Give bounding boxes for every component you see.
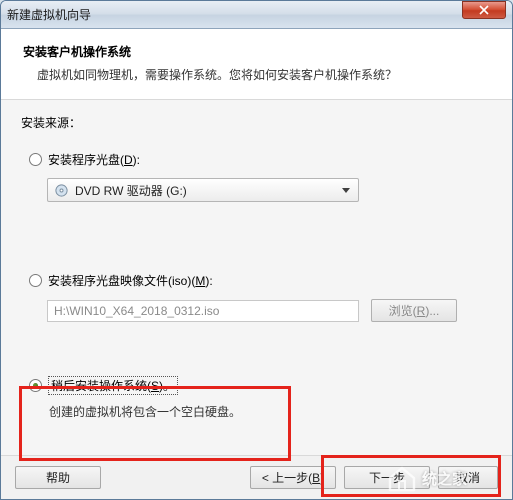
radio-iso[interactable] [29, 274, 42, 287]
close-button[interactable] [462, 1, 506, 19]
page-title: 安装客户机操作系统 [23, 43, 490, 60]
radio-later-label: 稍后安装操作系统(S)。 [48, 376, 178, 395]
radio-row-iso[interactable]: 安装程序光盘映像文件(iso)(M): [21, 270, 492, 291]
back-button[interactable]: < 上一步(B) [250, 466, 336, 489]
source-label: 安装来源： [21, 114, 492, 131]
radio-row-later[interactable]: 稍后安装操作系统(S)。 [29, 374, 484, 397]
header-pane: 安装客户机操作系统 虚拟机如同物理机，需要操作系统。您将如何安装客户机操作系统？ [1, 29, 512, 100]
disc-drive-value: DVD RW 驱动器 (G:) [75, 182, 332, 199]
iso-path-input[interactable] [47, 300, 359, 322]
option-later: 稍后安装操作系统(S)。 创建的虚拟机将包含一个空白硬盘。 [21, 362, 492, 428]
radio-row-disc[interactable]: 安装程序光盘(D): [21, 149, 492, 170]
radio-disc-label: 安装程序光盘(D): [48, 151, 140, 168]
option-iso: 安装程序光盘映像文件(iso)(M): 浏览(R)... [21, 270, 492, 322]
next-button[interactable]: 下一步 [344, 466, 430, 489]
disc-icon [54, 183, 69, 198]
titlebar: 新建虚拟机向导 [1, 1, 512, 29]
content-area: 安装来源： 安装程序光盘(D): DVD RW 驱动器 (G:) [1, 100, 512, 455]
disc-drive-dropdown[interactable]: DVD RW 驱动器 (G:) [47, 178, 359, 202]
radio-later[interactable] [29, 379, 42, 392]
option-later-desc: 创建的虚拟机将包含一个空白硬盘。 [49, 403, 484, 420]
page-subtitle: 虚拟机如同物理机，需要操作系统。您将如何安装客户机操作系统？ [23, 66, 490, 83]
help-button[interactable]: 帮助 [15, 466, 101, 489]
radio-disc[interactable] [29, 153, 42, 166]
window-title: 新建虚拟机向导 [7, 6, 506, 23]
close-icon [479, 5, 489, 15]
browse-button[interactable]: 浏览(R)... [371, 299, 457, 322]
cancel-button[interactable]: 取消 [438, 466, 498, 489]
button-bar: 帮助 < 上一步(B) 下一步 取消 [1, 455, 512, 499]
wizard-window: 新建虚拟机向导 安装客户机操作系统 虚拟机如同物理机，需要操作系统。您将如何安装… [0, 0, 513, 500]
radio-iso-label: 安装程序光盘映像文件(iso)(M): [48, 272, 213, 289]
option-disc: 安装程序光盘(D): DVD RW 驱动器 (G:) [21, 149, 492, 202]
chevron-down-icon [338, 179, 354, 201]
